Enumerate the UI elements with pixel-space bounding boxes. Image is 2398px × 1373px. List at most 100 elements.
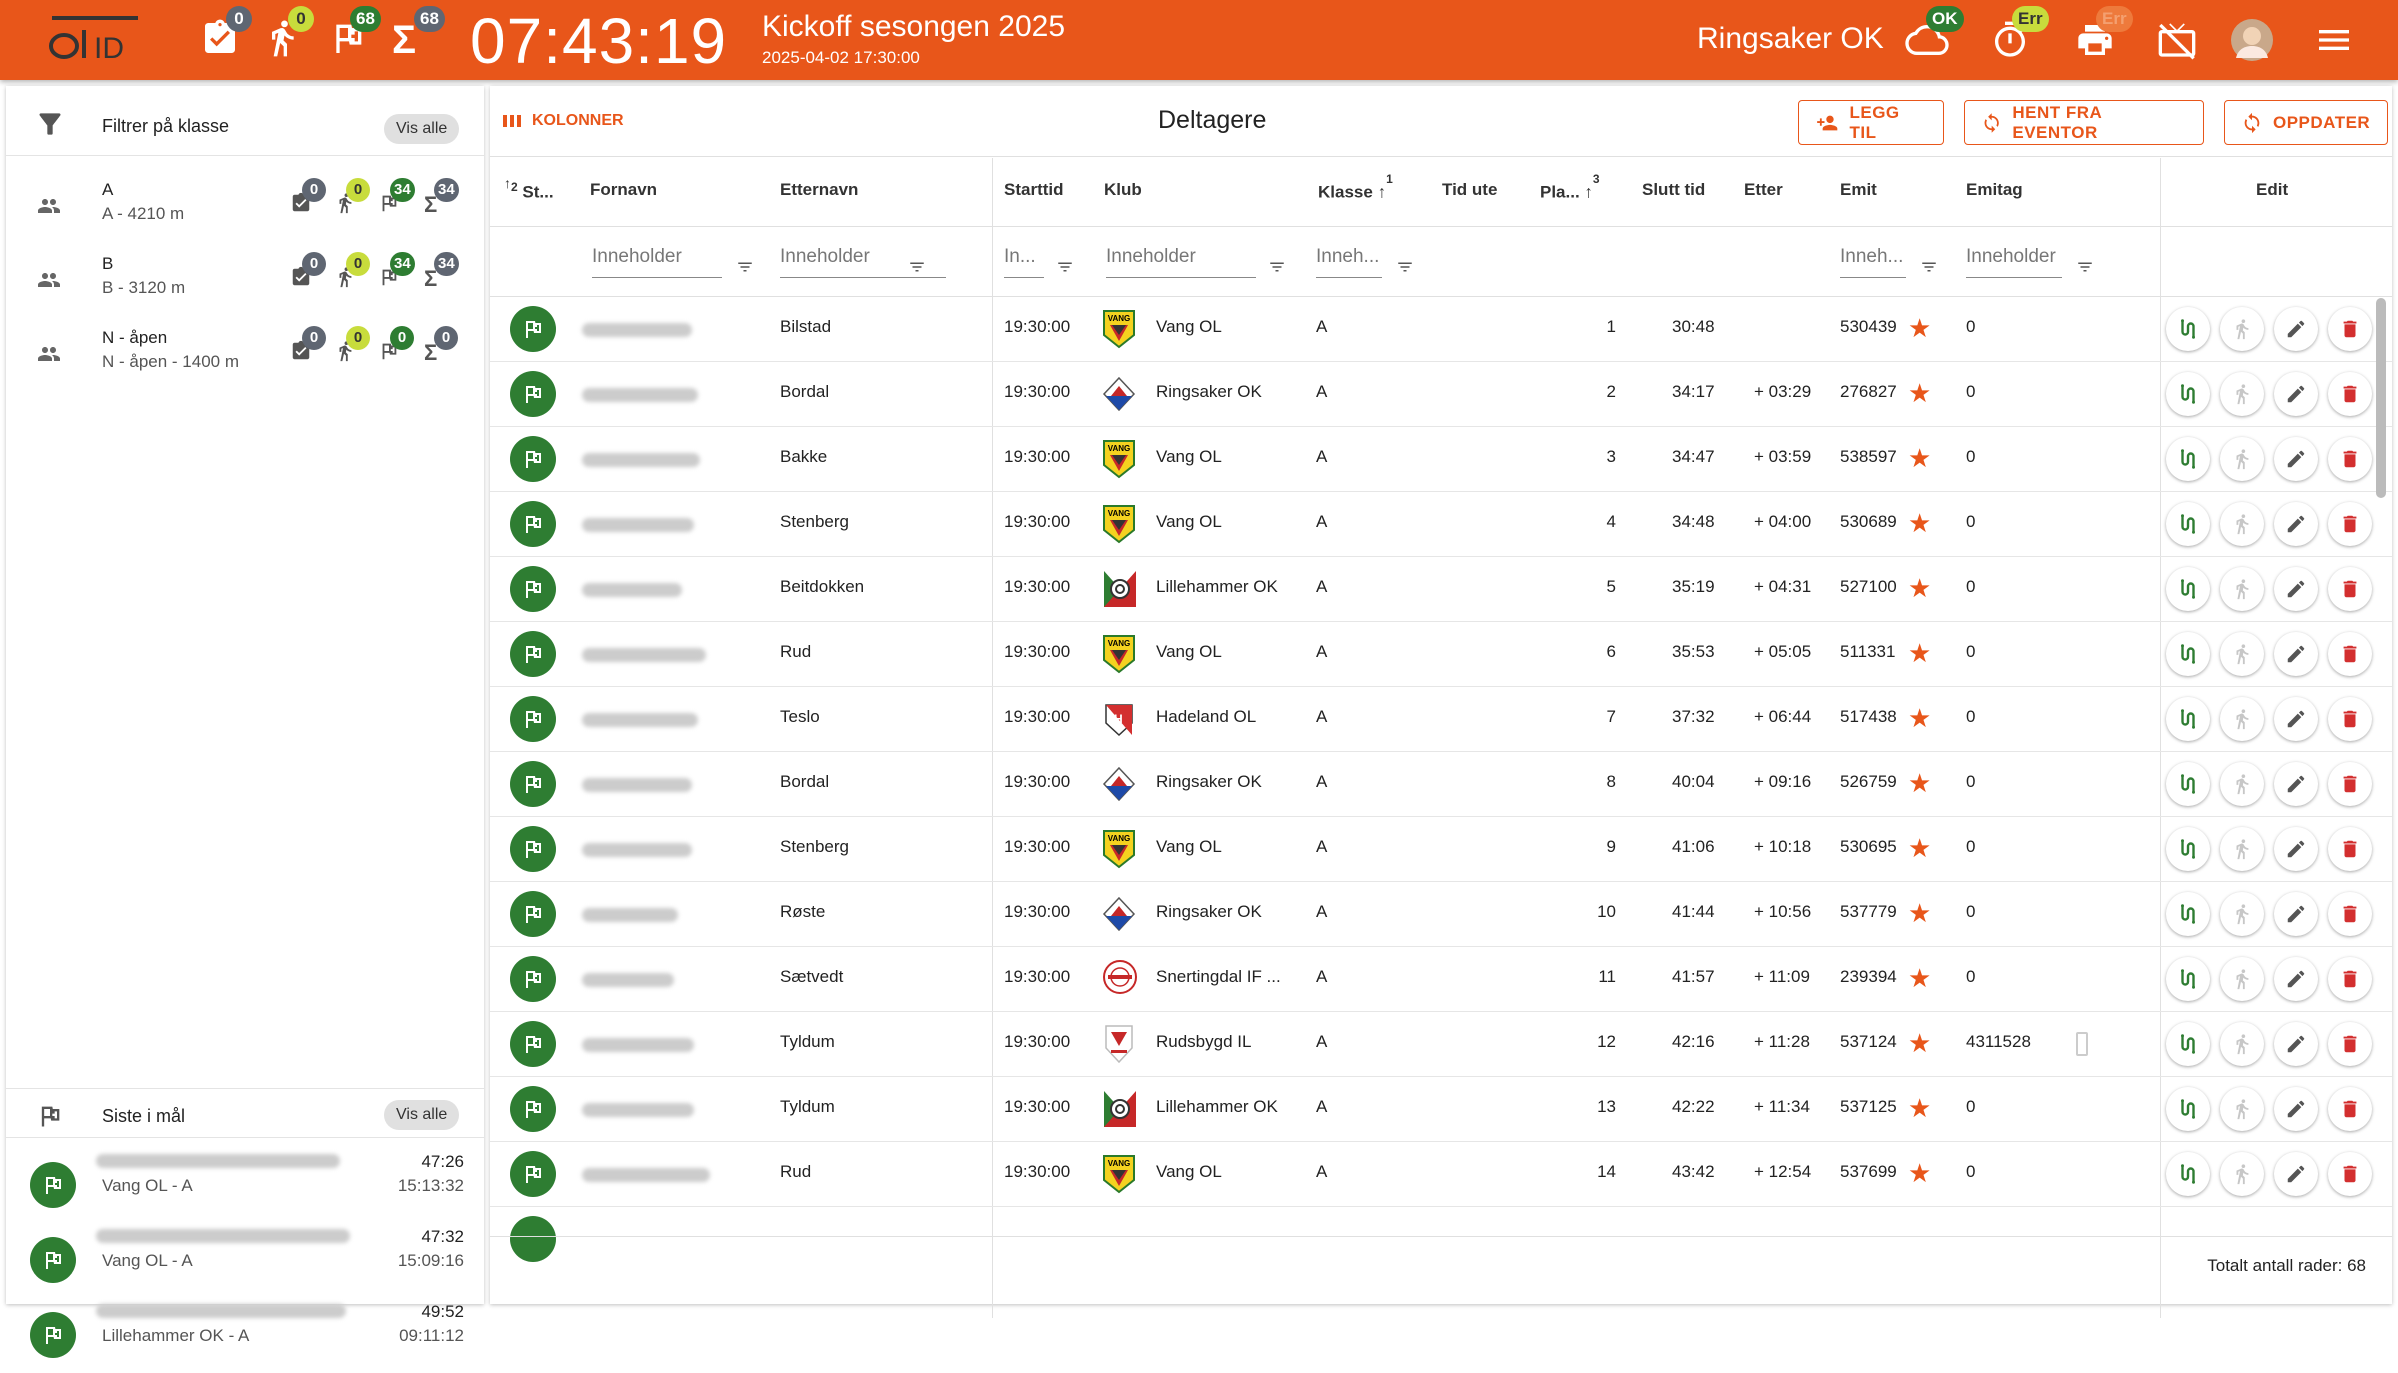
- delete-button[interactable]: [2328, 827, 2372, 871]
- tv-off-icon[interactable]: [2156, 20, 2200, 64]
- run-start-button[interactable]: [2220, 437, 2264, 481]
- route-button[interactable]: [2166, 437, 2210, 481]
- col-header-firstname[interactable]: Fornavn: [590, 180, 657, 200]
- class-row[interactable]: AA - 4210 m 0 0 34 Σ 34: [6, 172, 484, 246]
- route-button[interactable]: [2166, 892, 2210, 936]
- finished-status-icon[interactable]: [510, 306, 556, 352]
- registered-icon[interactable]: 0: [200, 6, 252, 62]
- edit-button[interactable]: [2274, 697, 2318, 741]
- edit-button[interactable]: [2274, 1152, 2318, 1196]
- route-button[interactable]: [2166, 567, 2210, 611]
- run-start-button[interactable]: [2220, 1152, 2264, 1196]
- delete-button[interactable]: [2328, 307, 2372, 351]
- star-icon[interactable]: ★: [1908, 510, 1931, 536]
- run-start-button[interactable]: [2220, 827, 2264, 871]
- star-icon[interactable]: ★: [1908, 770, 1931, 796]
- class-filter[interactable]: Inneh...: [1316, 246, 1382, 278]
- col-header-starttime[interactable]: Starttid: [1004, 180, 1064, 200]
- columns-button[interactable]: KOLONNER: [502, 112, 624, 130]
- edit-button[interactable]: [2274, 1022, 2318, 1066]
- class-row[interactable]: BB - 3120 m 0 0 34 Σ 34: [6, 246, 484, 320]
- delete-button[interactable]: [2328, 1022, 2372, 1066]
- filter-menu-icon[interactable]: [1054, 258, 1076, 281]
- col-header-after[interactable]: Etter: [1744, 180, 1783, 200]
- finished-status-icon[interactable]: [510, 826, 556, 872]
- route-button[interactable]: [2166, 697, 2210, 741]
- emitag-filter[interactable]: Inneholder: [1966, 246, 2062, 278]
- route-button[interactable]: [2166, 1087, 2210, 1131]
- finished-status-icon[interactable]: [510, 371, 556, 417]
- cloud-icon[interactable]: OK: [1904, 6, 1964, 64]
- table-row[interactable]: Bordal 19:30:00 Ringsaker OK A 2 34:17 + 03:29…: [490, 362, 2392, 427]
- finished-icon[interactable]: 68: [328, 6, 381, 62]
- fetch-eventor-button[interactable]: HENT FRA EVENTOR: [1964, 100, 2204, 145]
- finished-status-icon[interactable]: [510, 566, 556, 612]
- route-button[interactable]: [2166, 827, 2210, 871]
- delete-button[interactable]: [2328, 957, 2372, 1001]
- edit-button[interactable]: [2274, 307, 2318, 351]
- star-icon[interactable]: ★: [1908, 315, 1931, 341]
- filter-menu-icon[interactable]: [2074, 258, 2096, 281]
- star-icon[interactable]: ★: [1908, 900, 1931, 926]
- finished-status-icon[interactable]: [510, 696, 556, 742]
- route-button[interactable]: [2166, 372, 2210, 416]
- table-row[interactable]: Røste 19:30:00 Ringsaker OK A 10 41:44 + 10:56…: [490, 882, 2392, 947]
- run-start-button[interactable]: [2220, 1087, 2264, 1131]
- star-icon[interactable]: ★: [1908, 965, 1931, 991]
- table-row[interactable]: Rud 19:30:00 VANG Vang OL A 6 35:53 + 05:05 5113…: [490, 622, 2392, 687]
- col-header-emit[interactable]: Emit: [1840, 180, 1877, 200]
- table-row[interactable]: Stenberg 19:30:00 VANG Vang OL A 9 41:06 + 10:1…: [490, 817, 2392, 882]
- finisher-item[interactable]: Vang OL - A 47:32 15:09:16: [6, 1223, 484, 1298]
- run-start-button[interactable]: [2220, 892, 2264, 936]
- table-row[interactable]: Stenberg 19:30:00 VANG Vang OL A 4 34:48 + 04:0…: [490, 492, 2392, 557]
- table-row[interactable]: Bordal 19:30:00 Ringsaker OK A 8 40:04 + 09:16…: [490, 752, 2392, 817]
- edit-button[interactable]: [2274, 762, 2318, 806]
- route-button[interactable]: [2166, 1022, 2210, 1066]
- finisher-item[interactable]: Lillehammer OK - A 49:52 09:11:12: [6, 1298, 484, 1373]
- delete-button[interactable]: [2328, 632, 2372, 676]
- edit-button[interactable]: [2274, 567, 2318, 611]
- running-icon[interactable]: 0: [262, 6, 314, 62]
- user-avatar[interactable]: [2230, 18, 2274, 62]
- table-row[interactable]: Teslo 19:30:00 H Hadeland OL A 7 37:32 + 06:44 5…: [490, 687, 2392, 752]
- table-row[interactable]: Bilstad 19:30:00 VANG Vang OL A 1 30:48 530439 ★…: [490, 297, 2392, 362]
- timer-icon[interactable]: Err: [1990, 6, 2049, 64]
- route-button[interactable]: [2166, 1152, 2210, 1196]
- add-participant-button[interactable]: LEGG TIL: [1798, 100, 1944, 145]
- table-row[interactable]: Rud 19:30:00 VANG Vang OL A 14 43:42 + 12:54 537…: [490, 1142, 2392, 1207]
- table-row[interactable]: Tyldum 19:30:00 Lillehammer OK A 13 42:22 + 11…: [490, 1077, 2392, 1142]
- delete-button[interactable]: [2328, 697, 2372, 741]
- firstname-filter[interactable]: Inneholder: [592, 246, 722, 278]
- edit-button[interactable]: [2274, 827, 2318, 871]
- table-row[interactable]: Tyldum 19:30:00 Rudsbygd IL A 12 42:16 + 11:28…: [490, 1012, 2392, 1077]
- delete-button[interactable]: [2328, 567, 2372, 611]
- filter-menu-icon[interactable]: [1266, 258, 1288, 281]
- sigma-icon[interactable]: Σ 68: [392, 6, 445, 62]
- star-icon[interactable]: ★: [1908, 1030, 1931, 1056]
- star-icon[interactable]: ★: [1908, 575, 1931, 601]
- filter-menu-icon[interactable]: [1918, 258, 1940, 281]
- star-icon[interactable]: ★: [1908, 445, 1931, 471]
- run-start-button[interactable]: [2220, 632, 2264, 676]
- emit-filter[interactable]: Inneh...: [1840, 246, 1906, 278]
- run-start-button[interactable]: [2220, 307, 2264, 351]
- finished-status-icon[interactable]: [510, 891, 556, 937]
- delete-button[interactable]: [2328, 762, 2372, 806]
- menu-icon[interactable]: [2314, 20, 2358, 64]
- run-start-button[interactable]: [2220, 762, 2264, 806]
- finished-status-icon[interactable]: [510, 956, 556, 1002]
- run-start-button[interactable]: [2220, 957, 2264, 1001]
- star-icon[interactable]: ★: [1908, 380, 1931, 406]
- col-header-club[interactable]: Klub: [1104, 180, 1142, 200]
- filter-menu-icon[interactable]: [906, 258, 928, 281]
- edit-button[interactable]: [2274, 437, 2318, 481]
- finished-status-icon[interactable]: [510, 1151, 556, 1197]
- finished-status-icon[interactable]: [510, 1086, 556, 1132]
- delete-button[interactable]: [2328, 1087, 2372, 1131]
- filter-menu-icon[interactable]: [1394, 258, 1416, 281]
- delete-button[interactable]: [2328, 372, 2372, 416]
- finished-status-icon[interactable]: [510, 761, 556, 807]
- edit-button[interactable]: [2274, 957, 2318, 1001]
- star-icon[interactable]: ★: [1908, 835, 1931, 861]
- finished-status-icon[interactable]: [510, 1021, 556, 1067]
